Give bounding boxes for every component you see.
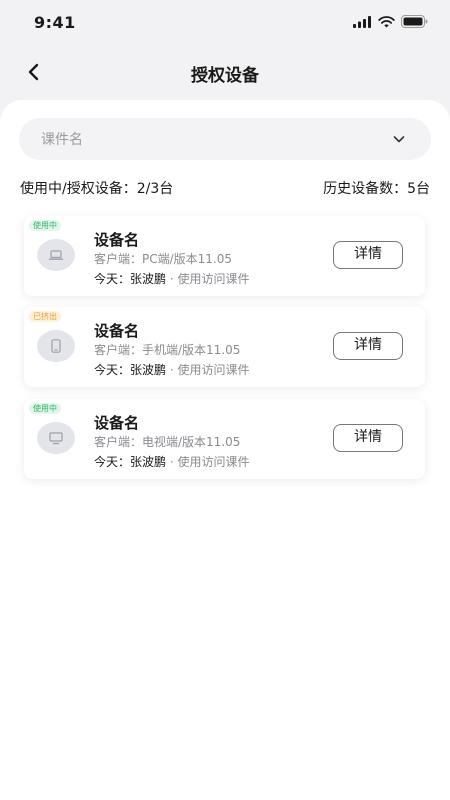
usage-action: 使用访问课件: [177, 363, 250, 377]
status-badge: 已挤出: [29, 311, 61, 322]
device-avatar: [37, 422, 75, 454]
nav-bar: 授权设备: [0, 50, 450, 94]
course-select-placeholder: 课件名: [41, 132, 83, 148]
usage-action: 使用访问课件: [177, 455, 250, 469]
content-sheet: 课件名 使用中/授权设备：2/3台 历史设备数：5台 使用中 设备名 客户端：P…: [0, 100, 450, 800]
battery-icon: [401, 15, 428, 28]
device-card: 使用中 设备名 客户端：PC端/版本11.05 今天：张波鹏 · 使用访问课件 …: [24, 216, 425, 296]
usage-user: 张波鹏: [130, 363, 167, 377]
device-usage: 今天：张波鹏 · 使用访问课件: [94, 453, 250, 470]
wifi-icon: [378, 15, 395, 27]
device-name: 设备名: [94, 322, 140, 340]
detail-button[interactable]: 详情: [333, 241, 403, 269]
usage-day: 今天：: [94, 363, 131, 377]
device-avatar: [37, 239, 75, 271]
usage-day: 今天：: [94, 272, 131, 286]
course-select[interactable]: 课件名: [19, 118, 431, 160]
laptop-icon: [48, 250, 64, 260]
usage-separator: ·: [169, 272, 174, 286]
detail-button[interactable]: 详情: [333, 424, 403, 452]
usage-action: 使用访问课件: [177, 272, 250, 286]
status-time: 9:41: [34, 13, 76, 32]
history-count: 历史设备数：5台: [323, 181, 430, 197]
status-bar: 9:41: [0, 0, 450, 44]
page-title: 授权设备: [191, 66, 259, 86]
chevron-down-icon: [393, 136, 405, 143]
phone-icon: [51, 339, 61, 353]
device-usage: 今天：张波鹏 · 使用访问课件: [94, 270, 250, 287]
usage-user: 张波鹏: [130, 272, 167, 286]
usage-user: 张波鹏: [130, 455, 167, 469]
in-use-count: 使用中/授权设备：2/3台: [20, 181, 174, 197]
device-avatar: [37, 330, 75, 362]
usage-separator: ·: [169, 363, 174, 377]
device-card: 使用中 设备名 客户端：电视端/版本11.05 今天：张波鹏 · 使用访问课件 …: [24, 399, 425, 479]
device-card: 已挤出 设备名 客户端：手机端/版本11.05 今天：张波鹏 · 使用访问课件 …: [24, 307, 425, 387]
device-summary: 使用中/授权设备：2/3台 历史设备数：5台: [20, 178, 430, 198]
usage-separator: ·: [169, 455, 174, 469]
usage-day: 今天：: [94, 455, 131, 469]
detail-button[interactable]: 详情: [333, 332, 403, 360]
device-name: 设备名: [94, 231, 140, 249]
device-usage: 今天：张波鹏 · 使用访问课件: [94, 361, 250, 378]
tv-icon: [49, 432, 63, 445]
device-client: 客户端：PC端/版本11.05: [94, 252, 233, 266]
signal-icon: [353, 15, 371, 28]
device-client: 客户端：手机端/版本11.05: [94, 343, 241, 357]
status-icons: [353, 15, 428, 28]
device-name: 设备名: [94, 414, 140, 432]
device-client: 客户端：电视端/版本11.05: [94, 435, 241, 449]
status-badge: 使用中: [29, 403, 61, 414]
status-badge: 使用中: [29, 220, 61, 231]
